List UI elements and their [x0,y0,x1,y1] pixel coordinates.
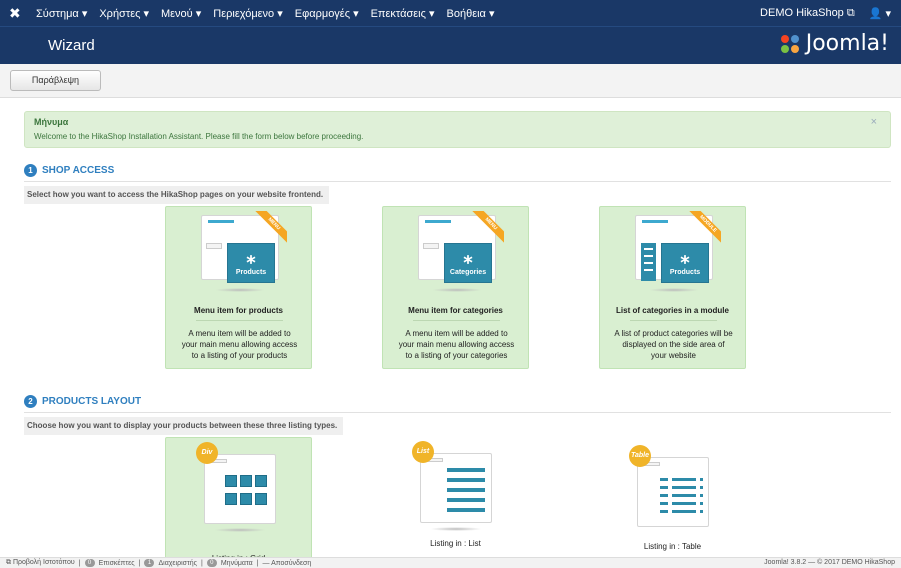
layout-option-table[interactable]: Table Listing in : Table [599,437,746,562]
menu-components[interactable]: Εφαρμογές ▾ [295,7,359,20]
menu-categories-illustration: ⁎ Categories MENU [418,211,504,292]
menu-help[interactable]: Βοήθεια ▾ [447,7,495,20]
joomla-mark-icon [780,34,799,53]
ribbon-badge: MENU [253,211,287,245]
ribbon-badge: MODULE [687,211,721,245]
section-shop-access: 1 SHOP ACCESS [24,164,114,177]
admins-count-badge: 1 [144,559,155,567]
layout-caption: Listing in : List [430,539,481,548]
section-hint: Select how you want to access the HikaSh… [24,186,330,204]
option-menu-products[interactable]: ⁎ Products MENU Menu item for products A … [165,206,312,369]
visitors-count-badge: 0 [84,559,95,567]
menu-extensions[interactable]: Επεκτάσεις ▾ [371,7,435,20]
status-footer: ⧉ Προβολή Ιστοτόπου | 0 Επισκέπτες | 1 Δ… [0,557,901,568]
table-badge: Table [629,445,651,467]
option-description: A list of product categories will be dis… [614,329,733,360]
admin-top-navbar: ✖ Σύστημα ▾ Χρήστες ▾ Μενού ▾ Περιεχόμεν… [0,0,901,26]
step-number-badge: 2 [24,395,37,408]
div-badge: Div [196,442,218,464]
list-badge: List [412,441,434,463]
ribbon-badge: MENU [470,211,504,245]
menu-menus[interactable]: Μενού ▾ [161,7,201,20]
visitors-label: Επισκέπτες [98,559,135,567]
version-info: Joomla! 3.8.2 — © 2017 DEMO HikaShop [764,559,895,566]
layout-option-list[interactable]: List Listing in : List [382,437,529,562]
joomla-brand: Joomla! [778,31,889,56]
alert-text: Welcome to the HikaShop Installation Ass… [34,132,364,141]
alert-heading: Μήνυμα [34,117,69,127]
divider [24,181,891,182]
grid-illustration [204,454,276,524]
toolbar: Παράβλεψη [0,64,901,98]
option-module-categories[interactable]: ⁎ Products MODULE List of categories in a… [599,206,746,369]
hikashop-logo-icon: ⁎ [463,247,473,267]
site-link[interactable]: DEMO HikaShop ⧉ [760,7,855,20]
close-icon[interactable]: × [871,116,877,128]
option-description: A menu item will be added to your main m… [181,329,298,360]
module-illustration: ⁎ Products MODULE [635,211,721,292]
menu-system[interactable]: Σύστημα ▾ [36,7,87,20]
option-menu-categories[interactable]: ⁎ Categories MENU Menu item for categorie… [382,206,529,369]
divider [24,412,891,413]
hikashop-logo-icon: ⁎ [246,247,256,267]
option-title: List of categories in a module [616,306,729,315]
skip-button[interactable]: Παράβλεψη [10,70,101,91]
section-hint: Choose how you want to display your prod… [24,417,344,435]
section-title: PRODUCTS LAYOUT [42,396,142,407]
admins-label: Διαχειριστής [158,559,198,567]
welcome-message: Μήνυμα Welcome to the HikaShop Installat… [24,111,891,148]
module-list-icon [641,243,656,281]
messages-link[interactable]: Μηνύματα [221,560,253,567]
joomla-wordmark: Joomla! [805,31,889,56]
step-number-badge: 1 [24,164,37,177]
user-menu[interactable]: 👤 ▾ [869,7,891,20]
list-illustration [420,453,492,523]
layout-caption: Listing in : Table [643,542,702,551]
joomla-logo-icon[interactable]: ✖ [9,5,25,21]
option-description: A menu item will be added to your main m… [398,329,515,360]
section-title: SHOP ACCESS [42,165,115,176]
page-title: Wizard [48,37,95,54]
table-illustration [637,457,709,527]
menu-content[interactable]: Περιεχόμενο ▾ [213,7,283,20]
page-header: Wizard Joomla! [0,26,901,64]
option-title: Menu item for products [194,306,283,315]
menu-products-illustration: ⁎ Products MENU [201,211,287,292]
menu-users[interactable]: Χρήστες ▾ [99,7,149,20]
hikashop-logo-icon: ⁎ [680,247,690,267]
view-site-link[interactable]: ⧉ Προβολή Ιστοτόπου [6,559,75,567]
option-title: Menu item for categories [408,306,503,315]
main-menu: Σύστημα ▾ Χρήστες ▾ Μενού ▾ Περιεχόμενο … [36,7,494,20]
messages-count-badge: 0 [206,559,217,567]
layout-option-grid[interactable]: Div Listing in : Grid [165,437,312,563]
section-products-layout: 2 PRODUCTS LAYOUT [24,395,141,408]
logout-link[interactable]: — Αποσύνδεση [263,560,312,567]
